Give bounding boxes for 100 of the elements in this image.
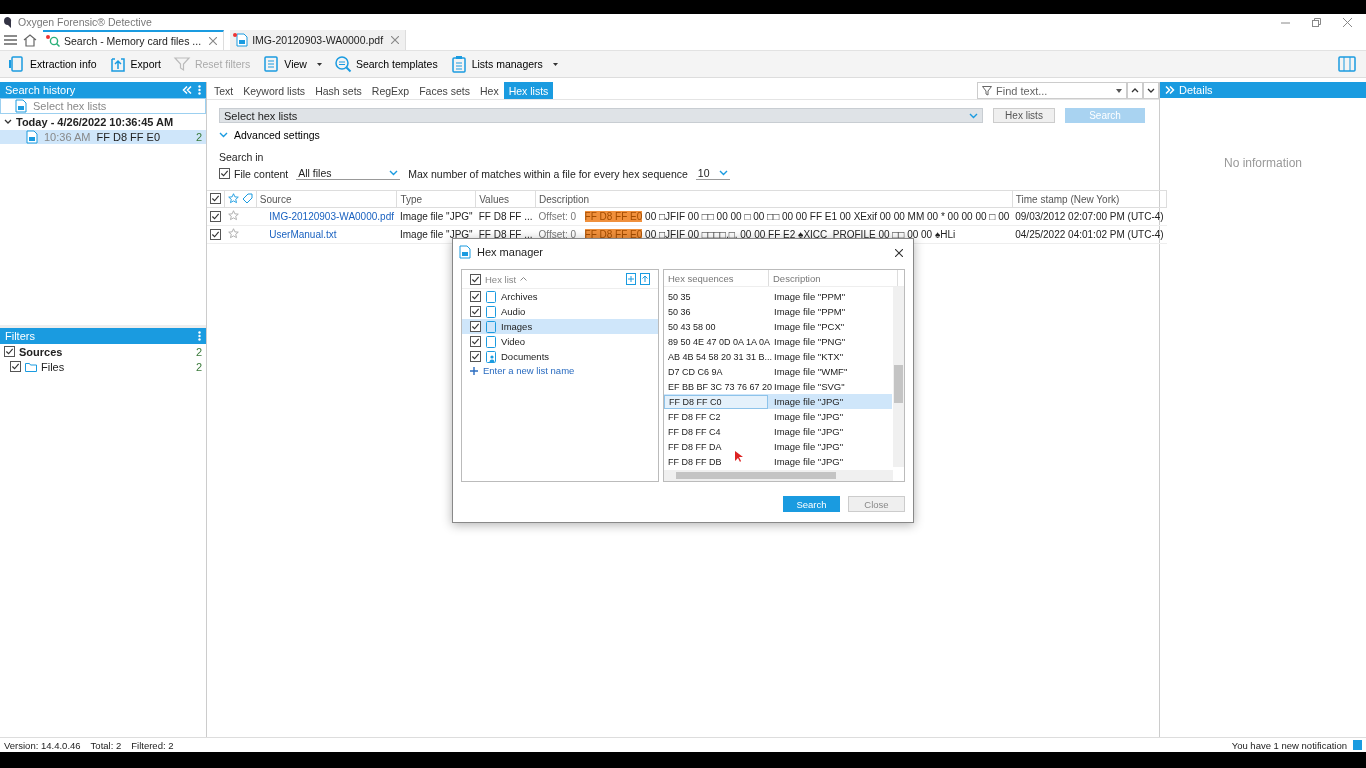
plus-icon[interactable] (470, 366, 478, 375)
table-cell[interactable]: Image file "JPG" (768, 456, 850, 467)
column-header[interactable]: Values (475, 190, 536, 208)
filter-label: Sources (19, 345, 63, 358)
table-cell[interactable]: Image file "PPM" (768, 306, 852, 317)
checkbox[interactable] (470, 291, 481, 302)
hex-list-item[interactable]: Audio (462, 304, 658, 319)
more-icon[interactable] (198, 85, 201, 95)
toolbar-button[interactable]: View (260, 53, 324, 75)
add-list-link[interactable]: Enter a new list name (483, 365, 575, 376)
document-tab[interactable]: IMG-20120903-WA0000.pdf (230, 30, 407, 50)
table-cell[interactable]: FF D8 FF DB (664, 456, 768, 467)
star-icon[interactable] (228, 192, 239, 204)
table-cell[interactable]: 50 35 (664, 291, 768, 302)
search-tab[interactable]: Keyword lists (238, 82, 311, 99)
folder-icon (25, 361, 37, 372)
close-tab-icon[interactable] (391, 36, 400, 44)
table-cell[interactable]: Image file "JPG" (768, 396, 850, 407)
column-header[interactable]: Source (256, 190, 397, 208)
chevron-icon[interactable] (4, 119, 12, 125)
table-cell[interactable]: FF D8 FF DA (664, 441, 768, 452)
upload-file-icon[interactable] (640, 273, 650, 285)
hex-list-item[interactable]: Images (462, 319, 658, 334)
table-cell[interactable]: 50 43 58 00 (664, 321, 768, 332)
table-cell[interactable]: Image file "PCX" (768, 321, 851, 332)
table-cell[interactable]: Image file "JPG" (768, 426, 850, 437)
column-header[interactable]: Time stamp (New York) (1012, 190, 1167, 208)
more-icon[interactable] (198, 331, 201, 341)
sort-icon[interactable] (520, 277, 528, 281)
search-tab[interactable]: Faces sets (414, 82, 475, 99)
checkbox[interactable] (470, 321, 481, 332)
hex-lists-button[interactable]: Hex lists (993, 108, 1055, 123)
max-matches-dropdown[interactable]: 10 (695, 167, 730, 180)
hex-list-selector[interactable]: Select hex lists (0, 98, 206, 114)
table-cell[interactable]: FF D8 FF C0 (664, 394, 768, 409)
next-icon[interactable] (1143, 82, 1159, 99)
caret-icon (389, 170, 399, 176)
table-cell[interactable]: FF D8 FF C4 (664, 426, 768, 437)
checkbox[interactable] (210, 193, 221, 204)
search-tab[interactable]: Hash sets (310, 82, 367, 99)
checkbox[interactable] (210, 228, 221, 240)
table-cell[interactable]: D7 CD C6 9A (664, 366, 768, 377)
close-icon[interactable] (895, 249, 903, 257)
star-icon[interactable] (227, 228, 239, 239)
scrollbar[interactable] (893, 287, 904, 467)
source-link[interactable]: IMG-20120903-WA0000.pdf (269, 211, 394, 222)
star-icon[interactable] (227, 210, 239, 221)
expand-icon[interactable] (1165, 86, 1175, 94)
cursor-icon (735, 451, 744, 463)
tag-icon[interactable] (241, 192, 253, 204)
advanced-settings-toggle[interactable]: Advanced settings (219, 127, 1145, 143)
table-cell[interactable]: Image file "JPG" (768, 411, 850, 422)
toolbar-button[interactable]: Lists managers (447, 53, 560, 75)
checkbox[interactable] (10, 361, 21, 372)
table-cell[interactable]: 89 50 4E 47 0D 0A 1A 0A (664, 336, 768, 347)
checkbox[interactable] (470, 273, 481, 285)
checkbox-label: File content (234, 167, 289, 180)
scope-dropdown[interactable]: All files (296, 167, 401, 180)
restore-icon[interactable] (1312, 17, 1321, 27)
toolbar-button[interactable]: Export (106, 53, 163, 75)
table-cell[interactable]: FF D8 FF C2 (664, 411, 768, 422)
column-header[interactable]: Type (397, 190, 476, 208)
toolbar-button[interactable]: Extraction info (6, 53, 99, 75)
hex-list-item[interactable]: Video (462, 334, 658, 349)
checkbox[interactable] (470, 351, 481, 362)
search-tab[interactable]: RegExp (366, 82, 415, 99)
scrollbar[interactable] (664, 470, 893, 481)
notification-text[interactable]: You have 1 new notification (1231, 739, 1347, 751)
close-tab-icon[interactable] (209, 37, 218, 45)
column-header[interactable]: Hex sequences (664, 270, 769, 286)
file-icon (459, 245, 471, 259)
column-header[interactable]: Description (769, 270, 898, 286)
menu-icon[interactable] (4, 35, 17, 45)
search-icon (333, 55, 352, 73)
collapse-icon[interactable] (182, 86, 192, 94)
table-cell[interactable]: Image file "WMF" (768, 366, 854, 377)
column-header[interactable]: Hex list (485, 273, 517, 285)
table-cell[interactable]: 50 36 (664, 306, 768, 317)
search-tab[interactable]: Hex (474, 82, 504, 99)
checkbox[interactable] (470, 336, 481, 347)
checkbox[interactable] (219, 168, 230, 179)
history-item[interactable]: 10:36 AM FF D8 FF E0 2 (0, 130, 206, 144)
home-icon[interactable] (23, 33, 37, 47)
hex-list-dropdown[interactable]: Select hex lists (219, 108, 983, 123)
checkbox[interactable] (210, 210, 221, 222)
checkbox[interactable] (470, 306, 481, 317)
column-header[interactable]: Description (535, 190, 1013, 208)
document-tab[interactable]: Search - Memory card files ... (43, 30, 225, 50)
panel-layout-icon[interactable] (1338, 56, 1356, 72)
toolbar-button[interactable]: Search templates (331, 53, 440, 75)
add-file-icon[interactable] (626, 273, 636, 285)
checkbox[interactable] (4, 346, 15, 357)
hex-list-item[interactable]: Documents (462, 349, 658, 364)
hex-list-item[interactable]: Archives (462, 289, 658, 304)
source-link[interactable]: UserManual.txt (269, 229, 337, 240)
table-cell[interactable]: Image file "PPM" (768, 291, 852, 302)
search-tab[interactable]: Text (209, 82, 239, 99)
table-cell[interactable]: Image file "JPG" (768, 441, 850, 452)
find-field[interactable]: Find text... (977, 82, 1127, 99)
previous-icon[interactable] (1127, 82, 1143, 99)
